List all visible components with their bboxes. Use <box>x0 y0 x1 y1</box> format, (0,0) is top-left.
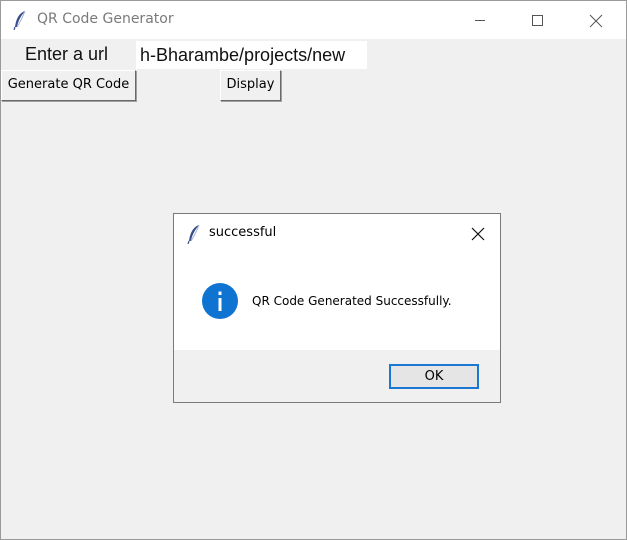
info-icon <box>201 282 239 320</box>
main-window: QR Code Generator Enter a url h-Bharambe… <box>0 0 627 540</box>
feather-icon <box>187 224 201 245</box>
dialog-message: QR Code Generated Successfully. <box>252 294 452 308</box>
ok-button[interactable]: OK <box>389 364 479 389</box>
close-button[interactable] <box>573 1 619 39</box>
window-title: QR Code Generator <box>37 11 174 27</box>
minimize-button[interactable] <box>457 1 503 39</box>
dialog-title: successful <box>209 225 277 240</box>
display-button[interactable]: Display <box>220 70 281 101</box>
title-bar: QR Code Generator <box>1 1 626 39</box>
success-dialog: successful QR Code Generated Successfull… <box>173 213 501 403</box>
url-input[interactable]: h-Bharambe/projects/new <box>136 41 367 69</box>
url-label: Enter a url <box>25 44 109 64</box>
dialog-close-button[interactable] <box>466 222 490 246</box>
feather-icon <box>13 10 27 31</box>
generate-qr-button[interactable]: Generate QR Code <box>1 70 136 101</box>
maximize-button[interactable] <box>515 1 561 39</box>
dialog-body: successful QR Code Generated Successfull… <box>174 214 500 350</box>
